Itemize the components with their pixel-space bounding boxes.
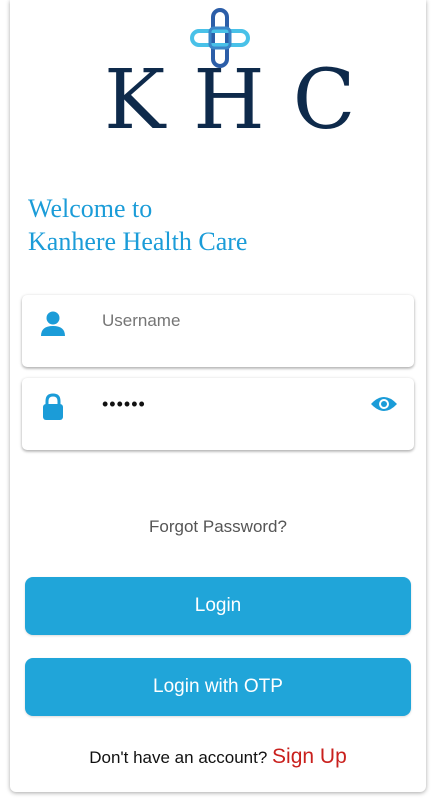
forgot-password-link[interactable]: Forgot Password? [0, 517, 436, 537]
password-field-card[interactable] [22, 378, 414, 450]
lock-icon [43, 393, 63, 420]
signup-row: Don't have an account? Sign Up [0, 745, 436, 769]
login-with-otp-button[interactable]: Login with OTP [25, 658, 411, 716]
person-icon [41, 311, 65, 336]
username-field-card[interactable] [22, 295, 414, 367]
username-input[interactable] [102, 307, 362, 335]
eye-icon[interactable] [370, 394, 398, 414]
welcome-heading: Welcome to Kanhere Health Care [28, 192, 247, 258]
password-input[interactable] [102, 390, 362, 418]
signup-link[interactable]: Sign Up [272, 745, 347, 768]
welcome-line-2: Kanhere Health Care [28, 227, 248, 256]
logo-text: KHC [104, 53, 384, 148]
login-button[interactable]: Login [25, 577, 411, 635]
welcome-line-1: Welcome to [28, 194, 153, 223]
signup-prompt: Don't have an account? [89, 748, 268, 767]
